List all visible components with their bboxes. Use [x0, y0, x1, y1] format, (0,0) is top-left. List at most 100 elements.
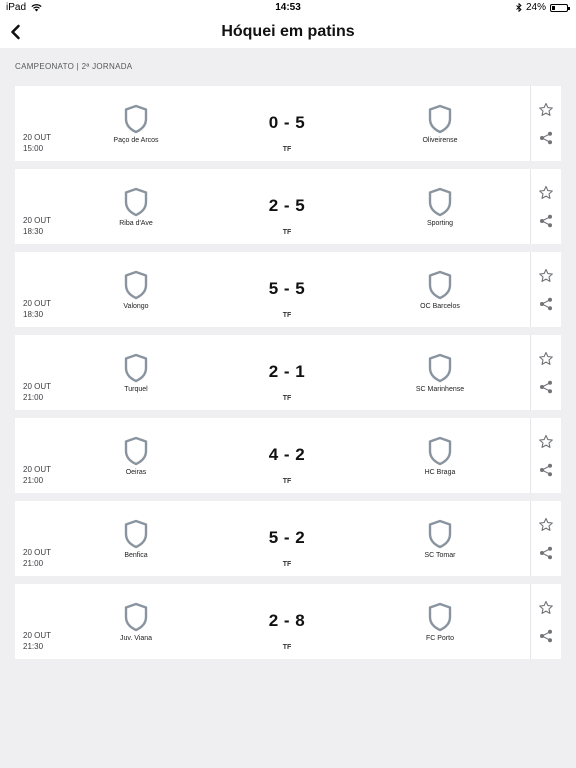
match-main[interactable]: 20 OUT 18:30 Riba d'Ave 2 - 5 TF Sportin… — [15, 169, 531, 244]
home-team: Oeiras — [71, 436, 201, 476]
match-card[interactable]: 20 OUT 21:00 Oeiras 4 - 2 TF HC Braga — [15, 418, 561, 493]
share-icon[interactable] — [539, 629, 553, 643]
match-status: TF — [282, 312, 292, 319]
home-team: Valongo — [71, 270, 201, 310]
home-team-name: Valongo — [123, 303, 149, 310]
away-team-name: HC Braga — [424, 469, 456, 476]
match-actions — [531, 252, 561, 327]
home-team: Turquel — [71, 353, 201, 393]
match-card[interactable]: 20 OUT 21:00 Benfica 5 - 2 TF SC Tomar — [15, 501, 561, 576]
home-team-name: Turquel — [124, 386, 148, 393]
match-date: 20 OUT — [23, 382, 52, 391]
match-score: 5 - 5 — [268, 279, 306, 298]
match-status: TF — [282, 146, 292, 153]
status-right: 24% — [516, 2, 570, 13]
match-status: TF — [282, 644, 292, 651]
home-team-name: Riba d'Ave — [119, 220, 153, 227]
home-team-name: Juv. Viana — [119, 635, 153, 642]
home-team: Benfica — [71, 519, 201, 559]
away-team: Sporting — [375, 187, 505, 227]
match-datetime: 20 OUT 15:00 — [23, 132, 51, 154]
away-team: HC Braga — [375, 436, 505, 476]
home-team-name: Oeiras — [125, 469, 147, 476]
match-main[interactable]: 20 OUT 21:00 Oeiras 4 - 2 TF HC Braga — [15, 418, 531, 493]
star-icon[interactable] — [538, 185, 554, 201]
match-card[interactable]: 20 OUT 18:30 Valongo 5 - 5 TF OC Barcelo… — [15, 252, 561, 327]
shield-icon — [428, 436, 452, 466]
battery-fill — [552, 5, 555, 10]
home-team: Juv. Viana — [71, 602, 201, 642]
match-main[interactable]: 20 OUT 21:00 Turquel 2 - 1 TF SC Marinhe… — [15, 335, 531, 410]
match-actions — [531, 169, 561, 244]
match-datetime: 20 OUT 21:00 — [23, 464, 51, 486]
star-icon[interactable] — [538, 434, 554, 450]
match-date: 20 OUT — [23, 465, 52, 474]
match-datetime: 20 OUT 18:30 — [23, 298, 51, 320]
match-score: 2 - 5 — [268, 196, 306, 215]
away-team: FC Porto — [375, 602, 505, 642]
match-datetime: 20 OUT 21:30 — [23, 630, 51, 652]
match-card[interactable]: 20 OUT 21:30 Juv. Viana 2 - 8 TF FC Port… — [15, 584, 561, 659]
star-icon[interactable] — [538, 268, 554, 284]
shield-icon — [428, 519, 452, 549]
shield-icon — [124, 519, 148, 549]
star-icon[interactable] — [538, 351, 554, 367]
battery-icon — [550, 3, 570, 12]
share-icon[interactable] — [539, 463, 553, 477]
share-icon[interactable] — [539, 131, 553, 145]
match-time: 15:00 — [23, 144, 44, 153]
match-time: 18:30 — [23, 227, 44, 236]
shield-icon — [428, 187, 452, 217]
away-team-name: OC Barcelos — [420, 303, 460, 310]
shield-icon — [428, 353, 452, 383]
star-icon[interactable] — [538, 517, 554, 533]
match-card[interactable]: 20 OUT 18:30 Riba d'Ave 2 - 5 TF Sportin… — [15, 169, 561, 244]
match-card[interactable]: 20 OUT 21:00 Turquel 2 - 1 TF SC Marinhe… — [15, 335, 561, 410]
match-main[interactable]: 20 OUT 15:00 Paço de Arcos 0 - 5 TF Oliv… — [15, 86, 531, 161]
match-main[interactable]: 20 OUT 21:30 Juv. Viana 2 - 8 TF FC Port… — [15, 584, 531, 659]
shield-icon — [124, 187, 148, 217]
match-status: TF — [282, 229, 292, 236]
match-score: 0 - 5 — [268, 113, 306, 132]
shield-icon — [124, 270, 148, 300]
match-date: 20 OUT — [23, 216, 52, 225]
clock: 14:53 — [275, 2, 301, 13]
share-icon[interactable] — [539, 546, 553, 560]
match-main[interactable]: 20 OUT 18:30 Valongo 5 - 5 TF OC Barcelo… — [15, 252, 531, 327]
match-date: 20 OUT — [23, 299, 52, 308]
match-time: 21:00 — [23, 393, 44, 402]
match-score: 4 - 2 — [268, 445, 306, 464]
match-score: 2 - 8 — [268, 611, 306, 630]
shield-icon — [428, 270, 452, 300]
home-team: Paço de Arcos — [71, 104, 201, 144]
star-icon[interactable] — [538, 102, 554, 118]
home-team: Riba d'Ave — [71, 187, 201, 227]
match-list: 20 OUT 15:00 Paço de Arcos 0 - 5 TF Oliv… — [15, 86, 561, 667]
share-icon[interactable] — [539, 380, 553, 394]
away-team-name: SC Tomar — [424, 552, 456, 559]
star-icon[interactable] — [538, 600, 554, 616]
away-team-name: Oliveirense — [422, 137, 458, 144]
match-score: 2 - 1 — [268, 362, 306, 381]
match-main[interactable]: 20 OUT 21:00 Benfica 5 - 2 TF SC Tomar — [15, 501, 531, 576]
away-team: SC Tomar — [375, 519, 505, 559]
shield-icon — [124, 436, 148, 466]
match-time: 18:30 — [23, 310, 44, 319]
match-actions — [531, 501, 561, 576]
shield-icon — [428, 602, 452, 632]
page-title: Hóquei em patins — [221, 23, 355, 40]
match-date: 20 OUT — [23, 631, 52, 640]
match-score: 5 - 2 — [268, 528, 306, 547]
away-team: OC Barcelos — [375, 270, 505, 310]
match-actions — [531, 584, 561, 659]
away-team: SC Marinhense — [375, 353, 505, 393]
away-team-name: FC Porto — [425, 635, 454, 642]
match-status: TF — [282, 395, 292, 402]
share-icon[interactable] — [539, 214, 553, 228]
away-team: Oliveirense — [375, 104, 505, 144]
shield-icon — [124, 104, 148, 134]
match-card[interactable]: 20 OUT 15:00 Paço de Arcos 0 - 5 TF Oliv… — [15, 86, 561, 161]
match-datetime: 20 OUT 21:00 — [23, 381, 51, 403]
share-icon[interactable] — [539, 297, 553, 311]
battery-percent: 24% — [525, 2, 546, 13]
